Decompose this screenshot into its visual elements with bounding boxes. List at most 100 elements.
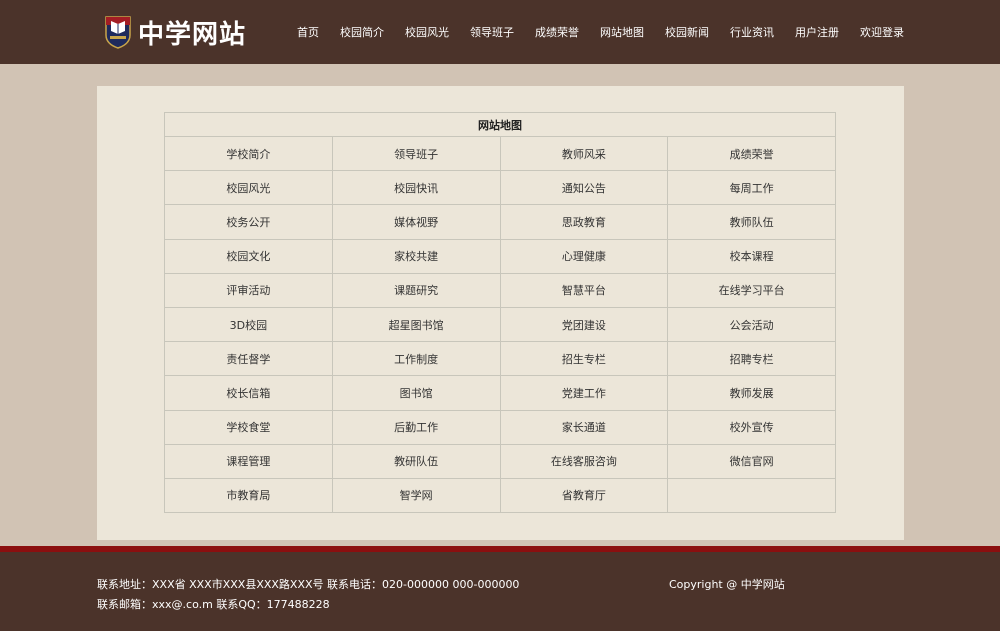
sitemap-cell: 学校食堂 (164, 409, 333, 445)
sitemap-cell: 超星图书馆 (331, 306, 501, 343)
sitemap-cell: 思政教育 (499, 204, 669, 240)
sitemap-link[interactable]: 工作制度 (394, 353, 438, 366)
nav-item-school-intro[interactable]: 校园简介 (340, 24, 384, 40)
nav-item-campus-scenery[interactable]: 校园风光 (405, 24, 449, 40)
sitemap-link[interactable]: 成绩荣誉 (730, 148, 774, 161)
sitemap-link[interactable]: 校园文化 (226, 250, 270, 263)
sitemap-link[interactable]: 党团建设 (562, 319, 606, 332)
sitemap-cell: 课题研究 (331, 272, 501, 308)
sitemap-cell: 每周工作 (667, 170, 836, 206)
sitemap-cell: 课程管理 (164, 443, 333, 479)
sitemap-link[interactable]: 每周工作 (730, 182, 774, 195)
sitemap-link[interactable]: 领导班子 (394, 148, 438, 161)
sitemap-link[interactable]: 教师风采 (562, 148, 606, 161)
sitemap-cell: 家校共建 (331, 238, 501, 274)
sitemap-link[interactable]: 校园风光 (226, 182, 270, 195)
sitemap-cell: 领导班子 (331, 135, 501, 172)
sitemap-link[interactable]: 在线客服咨询 (551, 455, 617, 468)
sitemap-row: 3D校园 超星图书馆 党团建设 公会活动 (164, 306, 836, 343)
sitemap-cell: 校务公开 (164, 204, 333, 240)
site-logo[interactable]: 中学网站 (104, 12, 246, 52)
sitemap-link[interactable]: 学校简介 (226, 148, 270, 161)
sitemap-link[interactable]: 3D校园 (230, 319, 267, 332)
nav-item-industry-news[interactable]: 行业资讯 (730, 24, 774, 40)
sitemap-link[interactable]: 家长通道 (562, 421, 606, 434)
sitemap-cell: 成绩荣誉 (667, 135, 836, 172)
sitemap-cell: 学校简介 (164, 135, 333, 172)
sitemap-link[interactable]: 后勤工作 (394, 421, 438, 434)
sitemap-cell: 省教育厅 (499, 477, 669, 514)
sitemap-row: 课程管理 教研队伍 在线客服咨询 微信官网 (164, 443, 836, 479)
nav-item-login[interactable]: 欢迎登录 (860, 24, 904, 40)
nav-item-sitemap[interactable]: 网站地图 (600, 24, 644, 40)
sitemap-link[interactable]: 评审活动 (226, 284, 270, 297)
sitemap-cell: 评审活动 (164, 272, 333, 308)
sitemap-cell: 党团建设 (499, 306, 669, 343)
sitemap-link[interactable]: 课程管理 (226, 455, 270, 468)
sitemap-link[interactable]: 课题研究 (394, 284, 438, 297)
sitemap-cell: 图书馆 (331, 375, 501, 411)
sitemap-link[interactable]: 在线学习平台 (719, 284, 785, 297)
sitemap-link[interactable]: 校长信箱 (226, 387, 270, 400)
sitemap-cell: 校园文化 (164, 238, 333, 274)
sitemap-cell: 智慧平台 (499, 272, 669, 308)
sitemap-cell: 校外宣传 (667, 409, 836, 445)
nav-item-campus-news[interactable]: 校园新闻 (665, 24, 709, 40)
sitemap-link[interactable]: 招生专栏 (562, 353, 606, 366)
sitemap-link[interactable]: 责任督学 (226, 353, 270, 366)
sitemap-link[interactable]: 教师队伍 (730, 216, 774, 229)
sitemap-link[interactable]: 校外宣传 (730, 421, 774, 434)
sitemap-link[interactable]: 媒体视野 (394, 216, 438, 229)
sitemap-link[interactable]: 心理健康 (562, 250, 606, 263)
sitemap-cell: 媒体视野 (331, 204, 501, 240)
sitemap-link[interactable]: 图书馆 (400, 387, 433, 400)
site-header: 中学网站 首页 校园简介 校园风光 领导班子 成绩荣誉 网站地图 校园新闻 行业… (0, 0, 1000, 64)
sitemap-cell: 家长通道 (499, 409, 669, 445)
sitemap-link[interactable]: 教师发展 (730, 387, 774, 400)
sitemap-link[interactable]: 超星图书馆 (389, 319, 444, 332)
nav-item-leadership[interactable]: 领导班子 (470, 24, 514, 40)
sitemap-cell: 微信官网 (667, 443, 836, 479)
footer-email: 联系邮箱：xxx@.co.m 联系QQ：177488228 (97, 598, 330, 611)
sitemap-link[interactable]: 微信官网 (730, 455, 774, 468)
sitemap-link[interactable]: 公会活动 (730, 319, 774, 332)
nav-item-home[interactable]: 首页 (297, 24, 319, 40)
sitemap-link[interactable]: 校务公开 (226, 216, 270, 229)
sitemap-row: 市教育局 智学网 省教育厅 (164, 477, 836, 514)
sitemap-row: 学校食堂 后勤工作 家长通道 校外宣传 (164, 409, 836, 445)
sitemap-cell: 教师风采 (499, 135, 669, 172)
sitemap-link[interactable]: 校本课程 (730, 250, 774, 263)
sitemap-body: 学校简介 领导班子 教师风采 成绩荣誉校园风光 校园快讯 通知公告 每周工作校务公开 媒体视野… (164, 135, 836, 514)
site-name: 中学网站 (138, 19, 247, 50)
sitemap-cell: 招生专栏 (499, 341, 669, 377)
sitemap-link[interactable]: 市教育局 (226, 489, 270, 502)
sitemap-link[interactable]: 智学网 (400, 489, 433, 502)
nav-item-register[interactable]: 用户注册 (795, 24, 839, 40)
sitemap-row: 校长信箱 图书馆 党建工作 教师发展 (164, 375, 836, 411)
sitemap-cell: 教师队伍 (667, 204, 836, 240)
sitemap-cell: 校本课程 (667, 238, 836, 274)
sitemap-link[interactable]: 校园快讯 (394, 182, 438, 195)
nav-item-honors[interactable]: 成绩荣誉 (535, 24, 579, 40)
sitemap-link[interactable]: 省教育厅 (562, 489, 606, 502)
sitemap-cell: 通知公告 (499, 170, 669, 206)
sitemap-row: 评审活动 课题研究 智慧平台 在线学习平台 (164, 272, 836, 308)
sitemap-cell: 工作制度 (331, 341, 501, 377)
sitemap-row: 校园风光 校园快讯 通知公告 每周工作 (164, 170, 836, 206)
sitemap-cell (667, 477, 836, 514)
sitemap-cell: 党建工作 (499, 375, 669, 411)
sitemap-link[interactable]: 智慧平台 (562, 284, 606, 297)
sitemap-link[interactable]: 招聘专栏 (730, 353, 774, 366)
sitemap-link[interactable]: 思政教育 (562, 216, 606, 229)
sitemap-cell: 责任督学 (164, 341, 333, 377)
sitemap-link[interactable]: 通知公告 (562, 182, 606, 195)
sitemap-title: 网站地图 (164, 112, 836, 137)
sitemap-link[interactable]: 家校共建 (394, 250, 438, 263)
sitemap-cell: 市教育局 (164, 477, 333, 514)
sitemap-row: 责任督学 工作制度 招生专栏 招聘专栏 (164, 341, 836, 377)
sitemap-link[interactable]: 党建工作 (562, 387, 606, 400)
sitemap-link[interactable]: 学校食堂 (226, 421, 270, 434)
footer-address: 联系地址：XXX省 XXX市XXX县XXX路XXX号 联系电话：020-0000… (97, 578, 520, 591)
main-nav: 首页 校园简介 校园风光 领导班子 成绩荣誉 网站地图 校园新闻 行业资讯 用户… (297, 0, 904, 64)
sitemap-link[interactable]: 教研队伍 (394, 455, 438, 468)
